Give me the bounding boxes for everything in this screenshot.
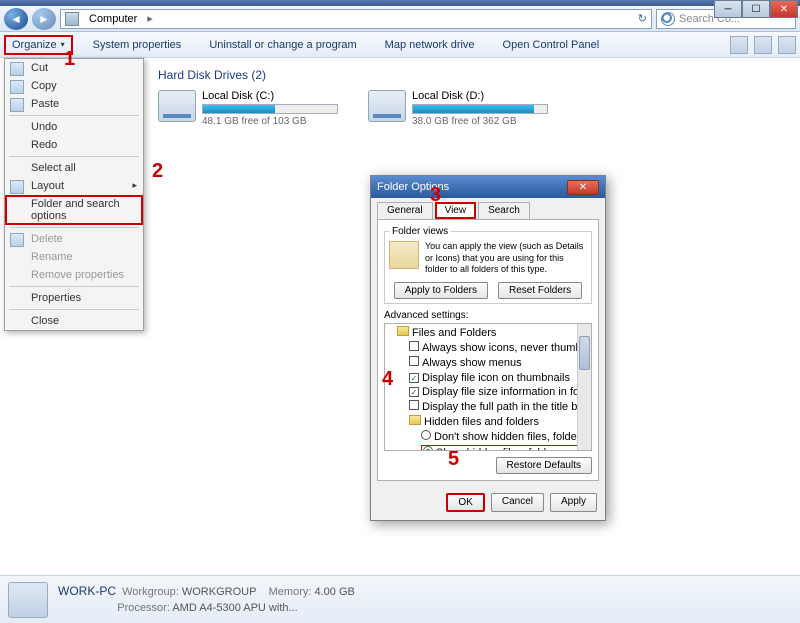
radio-show-hidden[interactable] [423, 446, 433, 451]
delete-icon [10, 233, 24, 247]
folder-views-legend: Folder views [389, 226, 451, 237]
reset-folders-button[interactable]: Reset Folders [498, 282, 582, 299]
menu-paste[interactable]: Paste [5, 95, 143, 113]
apply-button[interactable]: Apply [550, 493, 597, 512]
drive-label: Local Disk (C:) [202, 90, 338, 102]
map-drive-button[interactable]: Map network drive [377, 36, 483, 54]
drive-c[interactable]: Local Disk (C:) 48.1 GB free of 103 GB [158, 90, 338, 127]
folder-views-icon [389, 241, 419, 269]
checkbox[interactable]: ✓ [409, 387, 419, 397]
address-bar[interactable]: Computer ▸ ↻ [60, 9, 652, 29]
cancel-button[interactable]: Cancel [491, 493, 544, 512]
checkbox[interactable] [409, 356, 419, 366]
checkbox[interactable] [409, 400, 419, 410]
help-icon[interactable] [778, 36, 796, 54]
drive-label: Local Disk (D:) [412, 90, 548, 102]
menu-undo[interactable]: Undo [5, 118, 143, 136]
menu-cut[interactable]: Cut [5, 59, 143, 77]
chevron-down-icon: ▾ [61, 40, 65, 49]
dialog-close-button[interactable]: ✕ [567, 180, 599, 195]
maximize-button[interactable]: ☐ [742, 0, 770, 18]
back-button[interactable]: ◄ [4, 8, 28, 30]
space-bar [412, 104, 548, 114]
preview-pane-icon[interactable] [754, 36, 772, 54]
drive-free-text: 38.0 GB free of 362 GB [412, 116, 548, 127]
advanced-settings-label: Advanced settings: [384, 310, 592, 321]
menu-remove-properties: Remove properties [5, 266, 143, 284]
menu-rename: Rename [5, 248, 143, 266]
folder-options-dialog: Folder Options ✕ General View Search Fol… [370, 175, 606, 521]
restore-defaults-button[interactable]: Restore Defaults [496, 457, 592, 474]
hard-drive-icon [158, 90, 196, 122]
hard-drive-icon [368, 90, 406, 122]
chevron-right-icon[interactable]: ▸ [147, 12, 153, 25]
organize-button[interactable]: Organize▾ [4, 35, 73, 55]
paste-icon [10, 98, 24, 112]
drive-free-text: 48.1 GB free of 103 GB [202, 116, 338, 127]
computer-icon [8, 582, 48, 618]
radio[interactable] [421, 430, 431, 440]
scrollbar[interactable] [577, 324, 591, 450]
folder-icon [397, 326, 409, 336]
pc-name: WORK-PC [58, 584, 116, 598]
menu-delete: Delete [5, 230, 143, 248]
cut-icon [10, 62, 24, 76]
details-pane: WORK-PC Workgroup: WORKGROUP Memory: 4.0… [0, 575, 800, 623]
menu-copy[interactable]: Copy [5, 77, 143, 95]
menu-redo[interactable]: Redo [5, 136, 143, 154]
apply-to-folders-button[interactable]: Apply to Folders [394, 282, 488, 299]
minimize-button[interactable]: ─ [714, 0, 742, 18]
uninstall-button[interactable]: Uninstall or change a program [201, 36, 364, 54]
ok-button[interactable]: OK [446, 493, 484, 512]
tab-general[interactable]: General [377, 202, 433, 219]
section-header: Hard Disk Drives (2) [158, 64, 788, 86]
dialog-title: Folder Options [377, 181, 449, 193]
layout-icon [10, 180, 24, 194]
menu-layout[interactable]: Layout [5, 177, 143, 195]
space-bar [202, 104, 338, 114]
checkbox[interactable]: ✓ [409, 373, 419, 383]
copy-icon [10, 80, 24, 94]
menu-select-all[interactable]: Select all [5, 159, 143, 177]
folder-views-text: You can apply the view (such as Details … [425, 241, 587, 276]
breadcrumb-computer[interactable]: Computer [83, 11, 143, 27]
close-button[interactable]: ✕ [770, 0, 798, 18]
menu-close[interactable]: Close [5, 312, 143, 330]
search-icon [661, 12, 675, 26]
open-control-panel-button[interactable]: Open Control Panel [495, 36, 608, 54]
checkbox[interactable] [409, 341, 419, 351]
drive-d[interactable]: Local Disk (D:) 38.0 GB free of 362 GB [368, 90, 548, 127]
menu-properties[interactable]: Properties [5, 289, 143, 307]
system-properties-button[interactable]: System properties [85, 36, 190, 54]
menu-folder-options[interactable]: Folder and search options [5, 195, 143, 225]
folder-icon [409, 415, 421, 425]
computer-icon [65, 12, 79, 26]
advanced-settings-tree[interactable]: Files and Folders Always show icons, nev… [384, 323, 592, 451]
view-options-icon[interactable] [730, 36, 748, 54]
organize-menu: Cut Copy Paste Undo Redo Select all Layo… [4, 58, 144, 331]
tab-search[interactable]: Search [478, 202, 530, 219]
forward-button[interactable]: ► [32, 8, 56, 30]
tab-view[interactable]: View [435, 202, 477, 219]
refresh-icon[interactable]: ↻ [638, 12, 647, 25]
